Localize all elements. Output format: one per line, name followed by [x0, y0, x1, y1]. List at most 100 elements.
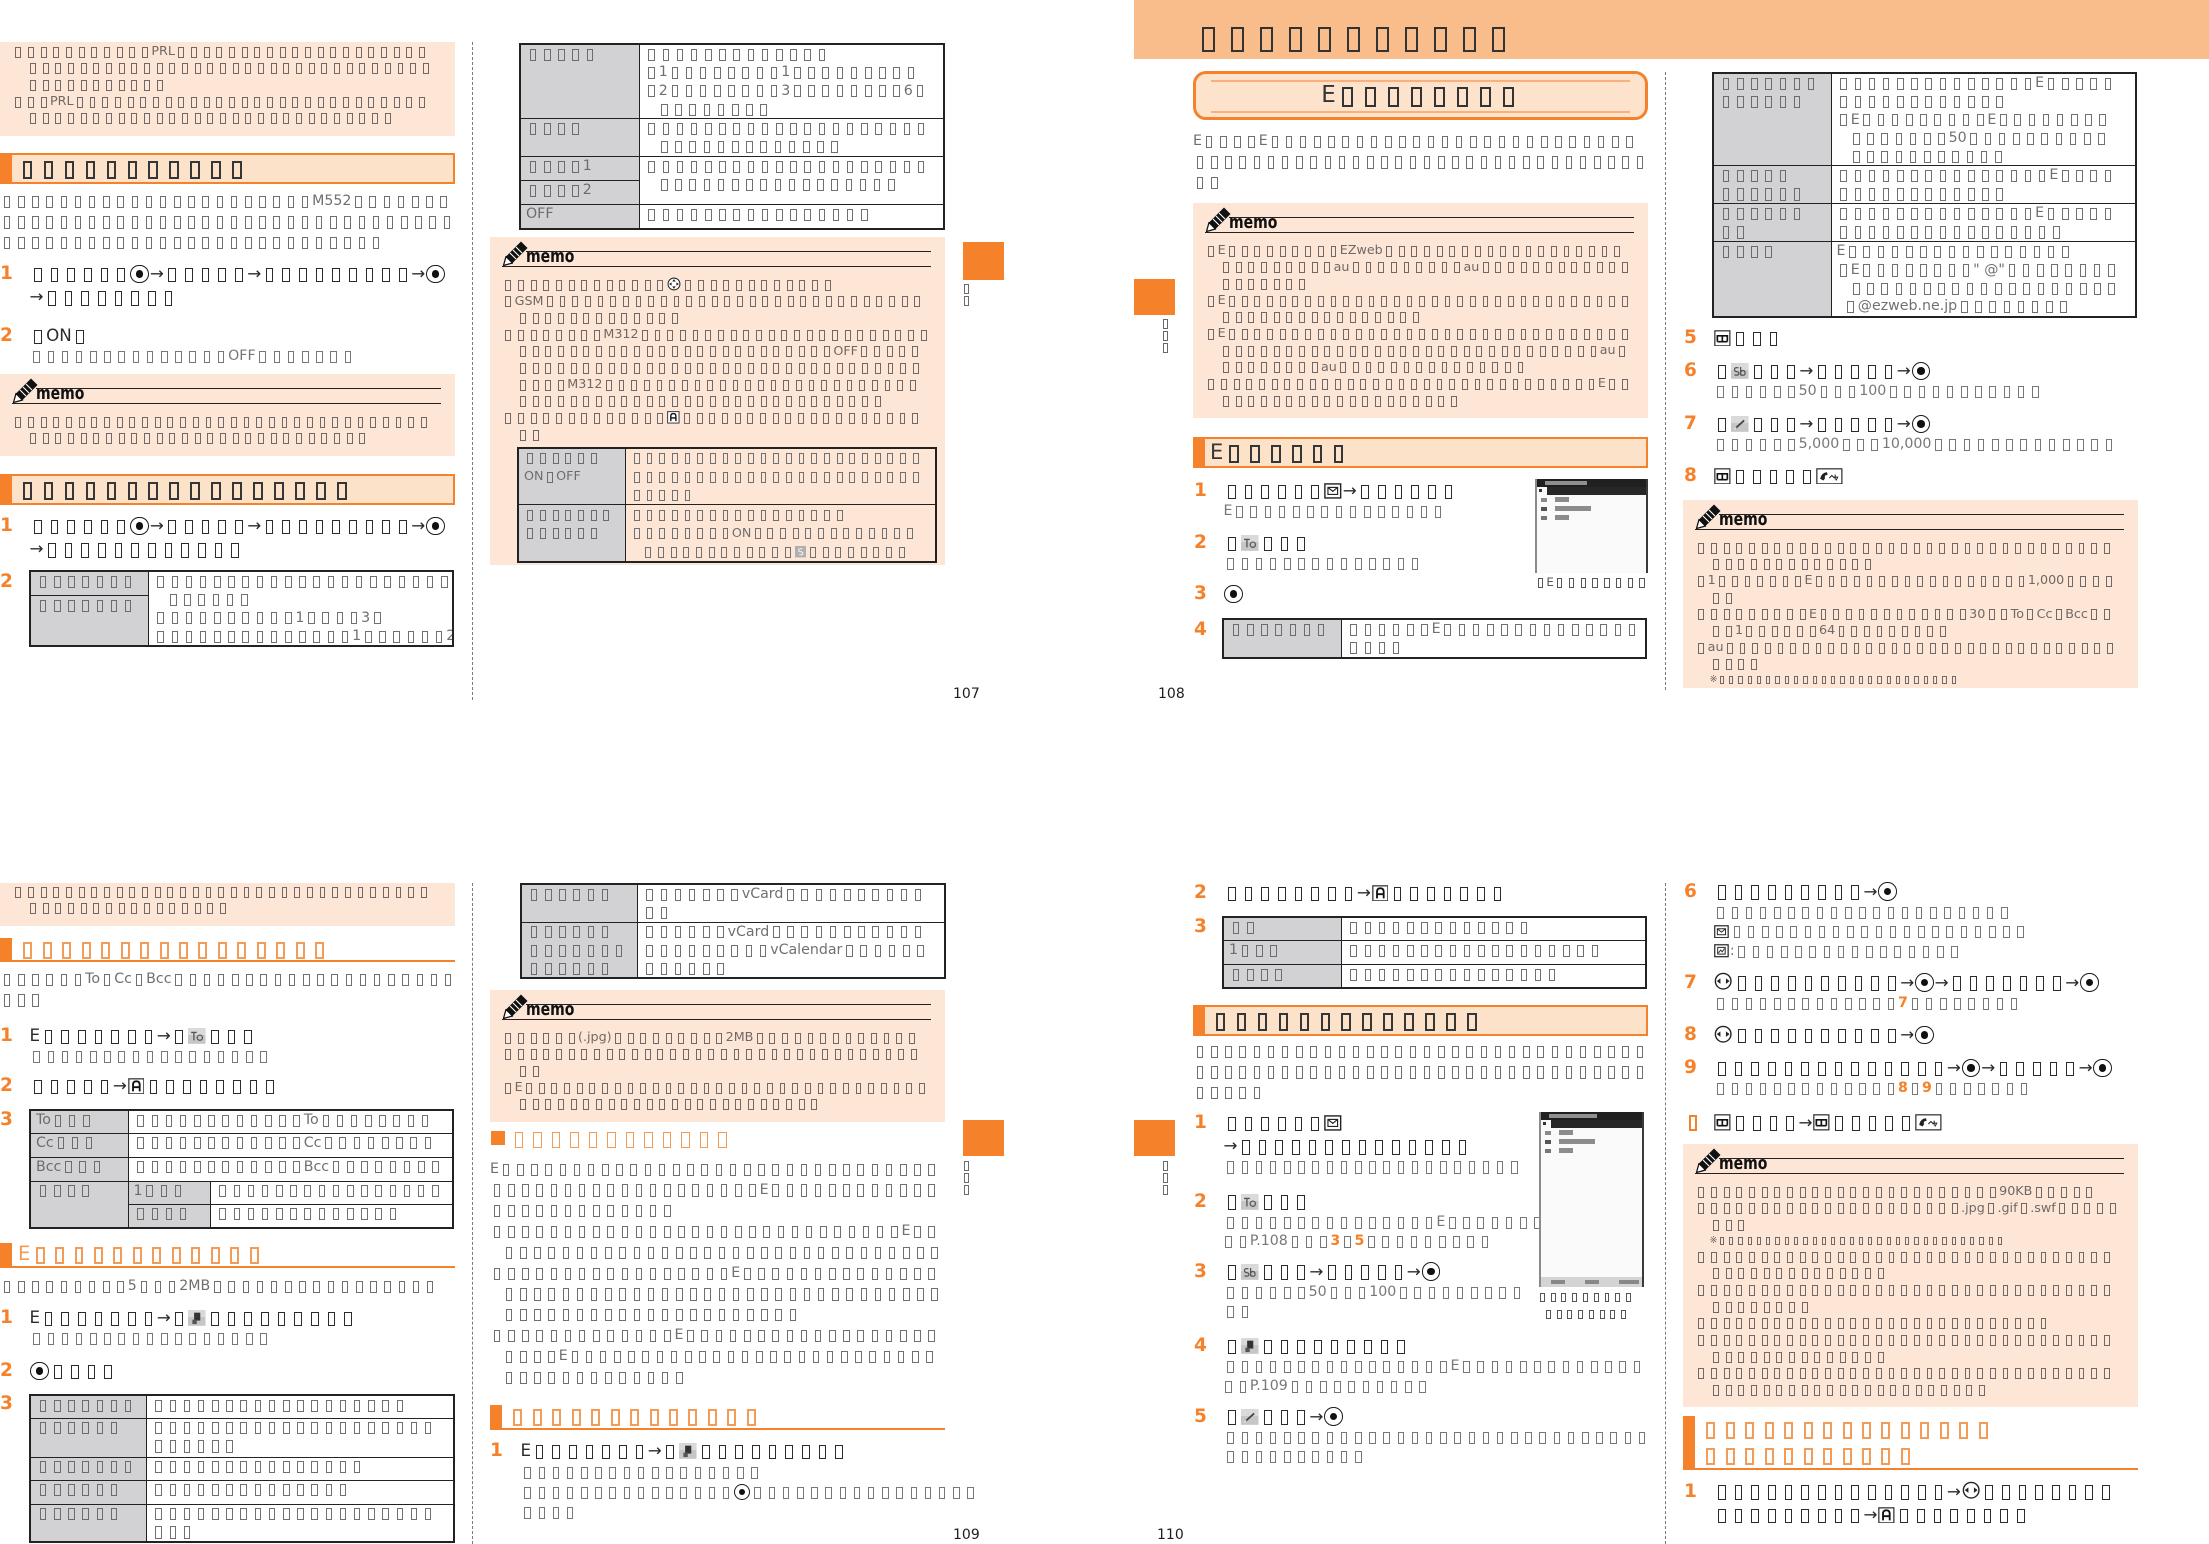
missing-glyph-box — [1349, 345, 1356, 357]
missing-glyph-box — [398, 575, 406, 588]
missing-glyph-box — [68, 903, 74, 915]
table-label-cell: 2 — [519, 180, 640, 206]
missing-glyph-box — [1627, 578, 1634, 589]
missing-glyph-box — [1866, 575, 1873, 587]
missing-glyph-box — [188, 216, 195, 229]
missing-glyph-box — [1787, 1284, 1793, 1296]
missing-glyph-box — [1713, 592, 1719, 604]
missing-glyph-box — [1258, 1140, 1267, 1155]
missing-glyph-box — [756, 1032, 763, 1044]
missing-glyph-box — [216, 237, 224, 250]
missing-glyph-box — [1312, 1216, 1319, 1229]
missing-glyph-box — [54, 1422, 61, 1435]
missing-glyph-box — [1873, 906, 1880, 919]
missing-glyph-box — [2084, 1203, 2091, 1215]
missing-glyph-box — [898, 1049, 905, 1061]
missing-glyph-box — [197, 1461, 205, 1474]
missing-glyph-box — [75, 351, 83, 364]
chapter-side-tab-label — [961, 283, 973, 307]
missing-glyph-box — [46, 237, 53, 250]
missing-glyph-box — [1818, 1061, 1826, 1077]
missing-glyph-box — [2078, 1368, 2085, 1380]
missing-glyph-box — [169, 113, 176, 125]
missing-glyph-box — [659, 396, 666, 408]
missing-glyph-box — [30, 903, 36, 915]
missing-glyph-box — [1571, 328, 1578, 340]
missing-glyph-box — [1463, 944, 1471, 957]
missing-glyph-box — [581, 1049, 588, 1061]
missing-glyph-box — [817, 1246, 825, 1260]
table-row: 1 — [519, 156, 945, 206]
missing-glyph-box — [1537, 1066, 1544, 1079]
missing-glyph-box — [1434, 506, 1442, 519]
missing-glyph-box — [786, 396, 792, 408]
missing-glyph-box — [294, 416, 301, 428]
missing-glyph-box — [1507, 295, 1514, 307]
missing-glyph-box — [520, 1288, 527, 1301]
missing-glyph-box — [347, 1161, 354, 1174]
missing-glyph-box — [1779, 188, 1787, 201]
missing-glyph-box — [1850, 1318, 1857, 1330]
missing-glyph-box — [879, 66, 886, 80]
missing-glyph-box — [552, 1409, 562, 1426]
missing-glyph-box — [365, 1114, 372, 1127]
missing-glyph-box — [183, 1440, 191, 1453]
missing-glyph-box — [1311, 886, 1320, 902]
missing-glyph-box — [220, 433, 226, 445]
missing-glyph-box — [715, 1330, 723, 1343]
missing-glyph-box — [1888, 1318, 1895, 1330]
missing-glyph-box — [1759, 386, 1767, 399]
missing-glyph-box — [1499, 1286, 1507, 1299]
missing-glyph-box — [1980, 575, 1987, 587]
missing-glyph-box — [1882, 77, 1890, 90]
missing-glyph-box — [826, 1350, 834, 1363]
missing-glyph-box — [1738, 1028, 1746, 1044]
missing-glyph-box — [270, 630, 278, 643]
missing-glyph-box — [1788, 906, 1795, 919]
missing-glyph-box — [676, 1246, 683, 1260]
missing-glyph-box — [637, 1487, 645, 1500]
missing-glyph-box — [1951, 1251, 1958, 1263]
missing-glyph-box — [103, 216, 110, 229]
missing-glyph-box — [1968, 170, 1975, 183]
missing-glyph-box — [530, 279, 537, 291]
missing-glyph-box — [1557, 578, 1563, 589]
missing-glyph-box — [578, 453, 584, 465]
missing-glyph-box — [1752, 945, 1760, 958]
missing-glyph-box — [785, 1444, 794, 1460]
missing-glyph-box — [68, 113, 74, 125]
missing-glyph-box — [1392, 944, 1400, 957]
missing-glyph-box — [1263, 536, 1272, 552]
missing-glyph-box — [659, 528, 666, 540]
missing-glyph-box — [870, 1032, 877, 1044]
missing-glyph-box — [231, 543, 240, 558]
missing-glyph-box — [399, 519, 407, 535]
missing-glyph-box — [689, 103, 696, 116]
missing-glyph-box — [732, 179, 739, 192]
missing-glyph-box — [1888, 1186, 1895, 1198]
missing-glyph-box — [1297, 1265, 1305, 1280]
missing-glyph-box — [1759, 1083, 1767, 1096]
missing-glyph-box — [688, 926, 696, 939]
missing-glyph-box — [131, 216, 139, 229]
missing-glyph-box — [605, 1288, 612, 1301]
missing-glyph-box — [1734, 1061, 1743, 1077]
missing-glyph-box — [1840, 676, 1845, 685]
table-text-line — [1837, 147, 2132, 165]
missing-glyph-box — [1208, 295, 1215, 307]
missing-glyph-box — [1934, 246, 1941, 259]
table-description-cell: vCard — [636, 883, 946, 923]
missing-glyph-box — [690, 1246, 697, 1260]
memo-item — [12, 883, 441, 916]
missing-glyph-box — [718, 1444, 727, 1460]
column-divider — [472, 883, 473, 1544]
missing-glyph-box — [1352, 262, 1359, 274]
table-text-line — [524, 524, 621, 543]
missing-glyph-box — [1747, 676, 1752, 685]
missing-glyph-box — [1400, 345, 1407, 357]
missing-glyph-box — [1753, 364, 1762, 380]
missing-glyph-box — [1968, 95, 1975, 109]
missing-glyph-box — [1837, 1368, 1844, 1380]
status-indicator-icon — [794, 546, 807, 558]
step-note: 89 — [1714, 1079, 2113, 1099]
